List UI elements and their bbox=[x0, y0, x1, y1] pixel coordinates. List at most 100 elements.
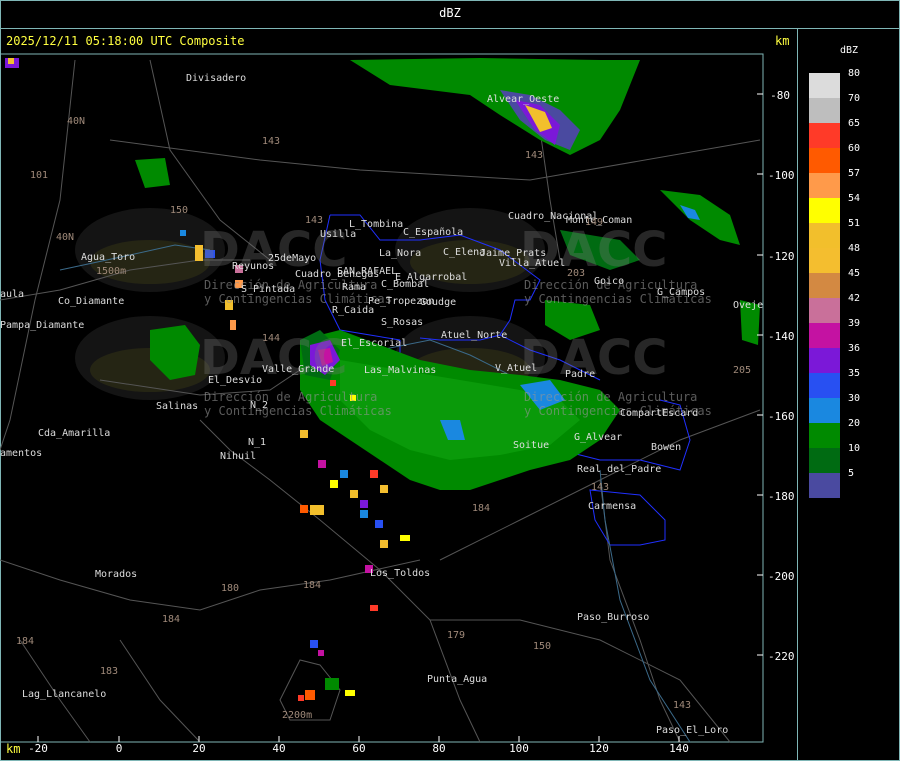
place-label: Lag_Llancanelo bbox=[22, 689, 107, 700]
place-label: L_Tombina bbox=[349, 219, 404, 230]
legend-level-label: 35 bbox=[848, 368, 861, 379]
y-tick-label: -80 bbox=[770, 89, 790, 102]
legend-level-label: 42 bbox=[848, 293, 861, 304]
x-tick-label: 20 bbox=[192, 742, 206, 755]
legend-swatch bbox=[809, 273, 840, 298]
place-label: G_Alvear bbox=[574, 432, 623, 443]
y-tick-label: -120 bbox=[768, 250, 795, 263]
legend-swatch bbox=[809, 348, 840, 373]
place-label: Las_Malvinas bbox=[364, 365, 437, 376]
y-tick-label: -180 bbox=[768, 490, 795, 503]
watermark-subtext: Dirección de Agricultura bbox=[204, 390, 378, 404]
legend-swatch bbox=[809, 223, 840, 248]
place-label: Agua_Toro bbox=[81, 252, 136, 263]
place-label: 25deMayo bbox=[268, 253, 317, 264]
y-tick-label: -160 bbox=[768, 410, 795, 423]
place-label: Punta_Agua bbox=[427, 674, 488, 685]
place-label: La_Nora bbox=[379, 248, 422, 259]
x-tick-label: 100 bbox=[509, 742, 529, 755]
road-number: 184 bbox=[16, 636, 35, 647]
watermark-subtext: Dirección de Agricultura bbox=[524, 390, 698, 404]
y-tick-label: -200 bbox=[768, 570, 795, 583]
legend-level-label: 36 bbox=[848, 343, 861, 354]
legend-swatch bbox=[809, 398, 840, 423]
road-number: 150 bbox=[170, 205, 189, 216]
place-label: amentos bbox=[0, 448, 43, 459]
radar-map[interactable] bbox=[0, 0, 900, 761]
legend-level-label: 60 bbox=[848, 143, 861, 154]
legend-title: dBZ bbox=[840, 45, 859, 56]
watermark-subtext: y Contingencias Climáticas bbox=[204, 292, 392, 306]
place-label: G_Campos bbox=[657, 287, 706, 298]
place-label: Reyunos bbox=[232, 261, 275, 272]
place-label: Bowen bbox=[651, 442, 682, 453]
road-number: 144 bbox=[262, 333, 281, 344]
place-label: Usilla bbox=[320, 229, 357, 240]
legend-level-label: 70 bbox=[848, 93, 861, 104]
place-label: Valle_Grande bbox=[262, 364, 335, 375]
x-tick-label: 80 bbox=[432, 742, 446, 755]
place-label: Nihuil bbox=[220, 451, 257, 462]
legend-swatch bbox=[809, 248, 840, 273]
legend-level-label: 48 bbox=[848, 243, 861, 254]
road-number: 143 bbox=[262, 136, 281, 147]
legend-level-label: 80 bbox=[848, 68, 861, 79]
place-label: Pe_Tropezon bbox=[368, 296, 435, 307]
legend-level-label: 39 bbox=[848, 318, 861, 329]
place-label: Morados bbox=[95, 569, 138, 580]
x-tick-label: 140 bbox=[669, 742, 689, 755]
road-number: 143 bbox=[673, 700, 692, 711]
legend-swatch bbox=[809, 373, 840, 398]
legend-swatch bbox=[809, 148, 840, 173]
y-tick-label: -220 bbox=[768, 650, 795, 663]
place-label: Goico bbox=[594, 276, 625, 287]
road-number: 203 bbox=[567, 268, 586, 279]
x-tick-label: 40 bbox=[272, 742, 286, 755]
place-label: S_Rosas bbox=[381, 317, 424, 328]
place-label: Carmensa bbox=[588, 501, 637, 512]
legend-level-label: 10 bbox=[848, 443, 861, 454]
place-label: Cuadro_Benegas bbox=[295, 269, 380, 280]
place-label: N_2 bbox=[250, 400, 269, 411]
place-label: Cda_Amarilla bbox=[38, 428, 111, 439]
place-label: El_Escorial bbox=[341, 338, 408, 349]
place-label: V_Atuel bbox=[495, 363, 538, 374]
road-number: 205 bbox=[733, 365, 752, 376]
place-label: Alvear_Oeste bbox=[487, 94, 560, 105]
legend-swatch bbox=[809, 98, 840, 123]
place-label: Atuel_Norte bbox=[441, 330, 508, 341]
road-number: 143 bbox=[525, 150, 544, 161]
road-number: 184 bbox=[472, 503, 491, 514]
legend-level-label: 20 bbox=[848, 418, 861, 429]
place-label: Oveje bbox=[733, 300, 764, 311]
place-label: Rama bbox=[342, 282, 367, 293]
legend-level-label: 5 bbox=[848, 468, 855, 479]
place-label: Los_Toldos bbox=[370, 568, 431, 579]
road-number: 2200m bbox=[282, 710, 313, 721]
place-label: E_Algarrobal bbox=[395, 272, 468, 283]
place-label: Co_Diamante bbox=[58, 296, 125, 307]
legend-level-label: 57 bbox=[848, 168, 861, 179]
place-label: Paso_Burroso bbox=[577, 612, 650, 623]
road-number: 101 bbox=[30, 170, 49, 181]
place-label: N_1 bbox=[248, 437, 267, 448]
place-label: S_Pintada bbox=[241, 284, 296, 295]
place-label: El_Desvio bbox=[208, 375, 263, 386]
road-number: 184 bbox=[303, 580, 322, 591]
road-number: 1500m bbox=[96, 266, 127, 277]
legend-level-label: 54 bbox=[848, 193, 861, 204]
legend-swatch bbox=[809, 73, 840, 98]
place-label: Villa_Atuel bbox=[499, 258, 566, 269]
road-number: 143 bbox=[305, 215, 324, 226]
watermark-subtext: y Contingencias Climáticas bbox=[204, 404, 392, 418]
legend-swatch bbox=[809, 473, 840, 498]
legend-level-label: 65 bbox=[848, 118, 861, 129]
road-number: 40N bbox=[56, 232, 75, 243]
legend-swatch bbox=[809, 323, 840, 348]
legend-swatch bbox=[809, 423, 840, 448]
road-number: 179 bbox=[447, 630, 466, 641]
legend-level-label: 45 bbox=[848, 268, 861, 279]
place-label: CompartEscard bbox=[620, 408, 699, 419]
place-label: Salinas bbox=[156, 401, 199, 412]
road-number: 143 bbox=[591, 482, 610, 493]
